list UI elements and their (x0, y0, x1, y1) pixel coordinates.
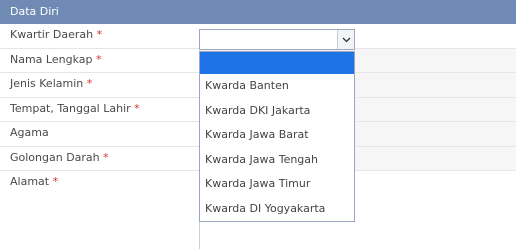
section-header: Data Diri (0, 0, 516, 24)
dropdown-option[interactable]: Kwarda DI Yogyakarta (200, 197, 354, 222)
label-text: Kwartir Daerah (10, 28, 94, 41)
dropdown-option[interactable]: Kwarda Banten (200, 74, 354, 99)
label-text: Alamat (10, 175, 50, 188)
dropdown-option-empty[interactable] (200, 52, 354, 74)
label-tempat-tanggal-lahir: Tempat, Tanggal Lahir * (10, 102, 140, 115)
label-golongan-darah: Golongan Darah * (10, 151, 109, 164)
label-agama: Agama (10, 126, 49, 139)
label-kwartir-daerah: Kwartir Daerah * (10, 28, 102, 41)
label-alamat: Alamat * (10, 175, 58, 188)
required-asterisk: * (52, 175, 59, 188)
chevron-down-icon[interactable] (337, 30, 354, 49)
label-jenis-kelamin: Jenis Kelamin * (10, 77, 92, 90)
data-diri-panel: Data Diri Kwartir Daerah * Nama Lengkap … (0, 0, 520, 249)
dropdown-option[interactable]: Kwarda DKI Jakarta (200, 99, 354, 124)
label-text: Nama Lengkap (10, 52, 93, 66)
dropdown-option[interactable]: Kwarda Jawa Timur (200, 172, 354, 197)
label-text: Agama (10, 126, 49, 139)
label-text: Tempat, Tanggal Lahir (10, 101, 131, 115)
label-nama-lengkap: Nama Lengkap * (10, 53, 101, 66)
label-text: Jenis Kelamin (10, 77, 84, 90)
dropdown-option[interactable]: Kwarda Jawa Tengah (200, 148, 354, 173)
required-asterisk: * (86, 77, 93, 90)
required-asterisk: * (103, 150, 109, 164)
required-asterisk: * (95, 52, 102, 66)
dropdown-option[interactable]: Kwarda Jawa Barat (200, 123, 354, 148)
label-text: Golongan Darah (10, 150, 100, 164)
kwartir-daerah-select[interactable] (199, 29, 355, 50)
required-asterisk: * (96, 28, 103, 41)
chevron-down-icon-glyph (342, 37, 350, 42)
kwartir-daerah-dropdown: Kwarda Banten Kwarda DKI Jakarta Kwarda … (199, 51, 355, 222)
required-asterisk: * (134, 101, 140, 115)
